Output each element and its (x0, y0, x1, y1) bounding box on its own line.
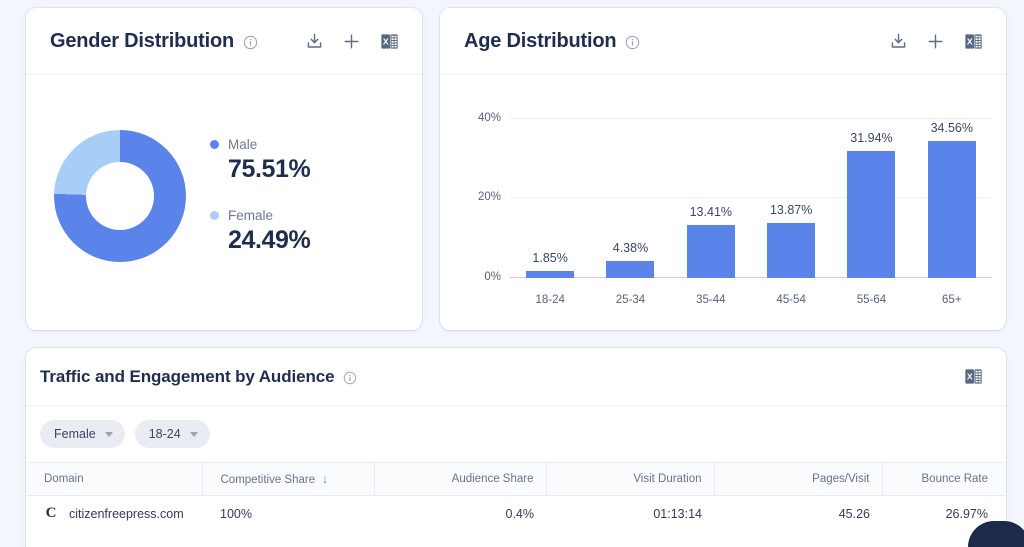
donut-hole (86, 162, 154, 230)
bar-value-label: 4.38% (613, 241, 648, 255)
download-icon[interactable] (889, 32, 908, 51)
bar[interactable]: 34.56% (928, 141, 976, 278)
svg-text:X: X (383, 36, 389, 46)
column-header-competitive-share[interactable]: Competitive Share↓ (202, 463, 374, 496)
age-filter-value: 18-24 (149, 427, 181, 441)
traffic-card-actions: X (963, 366, 984, 387)
column-header-bounce-rate[interactable]: Bounce Rate (882, 463, 1006, 496)
column-header-visit-duration[interactable]: Visit Duration (546, 463, 714, 496)
legend-label-female: Female (228, 208, 273, 223)
bar-slot: 1.85%18-24 (510, 103, 590, 278)
bar[interactable]: 13.41% (687, 225, 735, 278)
y-axis-tick-label: 40% (478, 112, 501, 124)
excel-export-icon[interactable]: X (963, 366, 984, 387)
bar-slot: 13.87%45-54 (751, 103, 831, 278)
y-axis-tick-label: 20% (478, 191, 501, 203)
chevron-down-icon (190, 432, 198, 437)
info-circle-icon[interactable] (243, 35, 258, 50)
column-header-pages-visit[interactable]: Pages/Visit (714, 463, 882, 496)
bar-slot: 34.56%65+ (912, 103, 992, 278)
gender-filter-chip[interactable]: Female (40, 420, 125, 448)
table-row[interactable]: C citizenfreepress.com 100% 0.4% (26, 496, 1006, 532)
site-favicon-icon: C (44, 505, 58, 522)
legend-label-male: Male (228, 137, 257, 152)
gender-chart-body: Male 75.51% Female 24.49% (26, 75, 422, 330)
traffic-card-title: Traffic and Engagement by Audience (40, 367, 334, 387)
bar-value-label: 31.94% (850, 131, 892, 145)
legend-dot-female (210, 211, 219, 220)
age-card-header: Age Distribution X (440, 8, 1006, 75)
legend-value-female: 24.49% (228, 226, 310, 255)
chevron-down-icon (105, 432, 113, 437)
legend-value-male: 75.51% (228, 155, 310, 184)
bar[interactable]: 1.85% (526, 271, 574, 278)
charts-row: Gender Distribution X (26, 8, 1006, 330)
legend-item-female: Female 24.49% (210, 208, 310, 255)
svg-text:X: X (967, 371, 973, 381)
x-axis-tick-label: 25-34 (616, 294, 645, 306)
bar-slot: 13.41%35-44 (671, 103, 751, 278)
legend-dot-male (210, 140, 219, 149)
bar-value-label: 13.87% (770, 203, 812, 217)
gender-card-actions: X (305, 31, 400, 52)
bar[interactable]: 31.94% (847, 151, 895, 278)
gender-donut-chart (54, 130, 186, 262)
column-header-audience-share[interactable]: Audience Share (374, 463, 546, 496)
age-card-title: Age Distribution (464, 30, 616, 53)
bar-slot: 4.38%25-34 (590, 103, 670, 278)
column-header-domain[interactable]: Domain (26, 463, 202, 496)
x-axis-tick-label: 65+ (942, 294, 962, 306)
info-circle-icon[interactable] (625, 35, 640, 50)
gender-legend: Male 75.51% Female 24.49% (210, 137, 310, 255)
plus-icon[interactable] (342, 32, 361, 51)
bar-slot: 31.94%55-64 (831, 103, 911, 278)
excel-export-icon[interactable]: X (963, 31, 984, 52)
svg-text:X: X (967, 36, 973, 46)
bar-value-label: 1.85% (532, 251, 567, 265)
table-header-row: Domain Competitive Share↓ Audience Share… (26, 463, 1006, 496)
plus-icon[interactable] (926, 32, 945, 51)
bar-value-label: 13.41% (690, 205, 732, 219)
cell-competitive-share: 100% (202, 496, 374, 532)
age-card-actions: X (889, 31, 984, 52)
bar[interactable]: 13.87% (767, 223, 815, 278)
cell-audience-share: 0.4% (374, 496, 546, 532)
cell-visit-duration: 01:13:14 (546, 496, 714, 532)
gender-card-header: Gender Distribution X (26, 8, 422, 75)
bar[interactable]: 4.38% (606, 261, 654, 278)
audience-table: Domain Competitive Share↓ Audience Share… (26, 462, 1006, 532)
gender-filter-value: Female (54, 427, 96, 441)
x-axis-tick-label: 45-54 (776, 294, 805, 306)
x-axis-tick-label: 18-24 (535, 294, 564, 306)
x-axis-tick-label: 35-44 (696, 294, 725, 306)
traffic-card-header: Traffic and Engagement by Audience X (26, 348, 1006, 406)
domain-link[interactable]: citizenfreepress.com (69, 507, 184, 521)
age-bar-chart: 0%20%40% 1.85%18-244.38%25-3413.41%35-44… (510, 103, 992, 278)
cell-pages-visit: 45.26 (714, 496, 882, 532)
sort-desc-icon: ↓ (322, 472, 328, 486)
page-title: Gender Distribution (50, 30, 234, 53)
y-axis-tick-label: 0% (484, 271, 501, 283)
dashboard-page: Gender Distribution X (0, 0, 1024, 547)
legend-item-male: Male 75.51% (210, 137, 310, 184)
audience-filters: Female 18-24 (26, 406, 1006, 462)
age-filter-chip[interactable]: 18-24 (135, 420, 210, 448)
competitive-share-bar (266, 509, 361, 518)
download-icon[interactable] (305, 32, 324, 51)
gender-distribution-card: Gender Distribution X (26, 8, 422, 330)
age-distribution-card: Age Distribution X (440, 8, 1006, 330)
competitive-share-value: 100% (220, 507, 252, 521)
traffic-engagement-card: Traffic and Engagement by Audience X (26, 348, 1006, 547)
info-circle-icon[interactable] (343, 371, 357, 385)
bar-value-label: 34.56% (931, 121, 973, 135)
cell-domain: C citizenfreepress.com (26, 496, 202, 532)
age-chart-body: 0%20%40% 1.85%18-244.38%25-3413.41%35-44… (440, 75, 1006, 330)
x-axis-tick-label: 55-64 (857, 294, 886, 306)
chart-bars: 1.85%18-244.38%25-3413.41%35-4413.87%45-… (510, 103, 992, 278)
excel-export-icon[interactable]: X (379, 31, 400, 52)
